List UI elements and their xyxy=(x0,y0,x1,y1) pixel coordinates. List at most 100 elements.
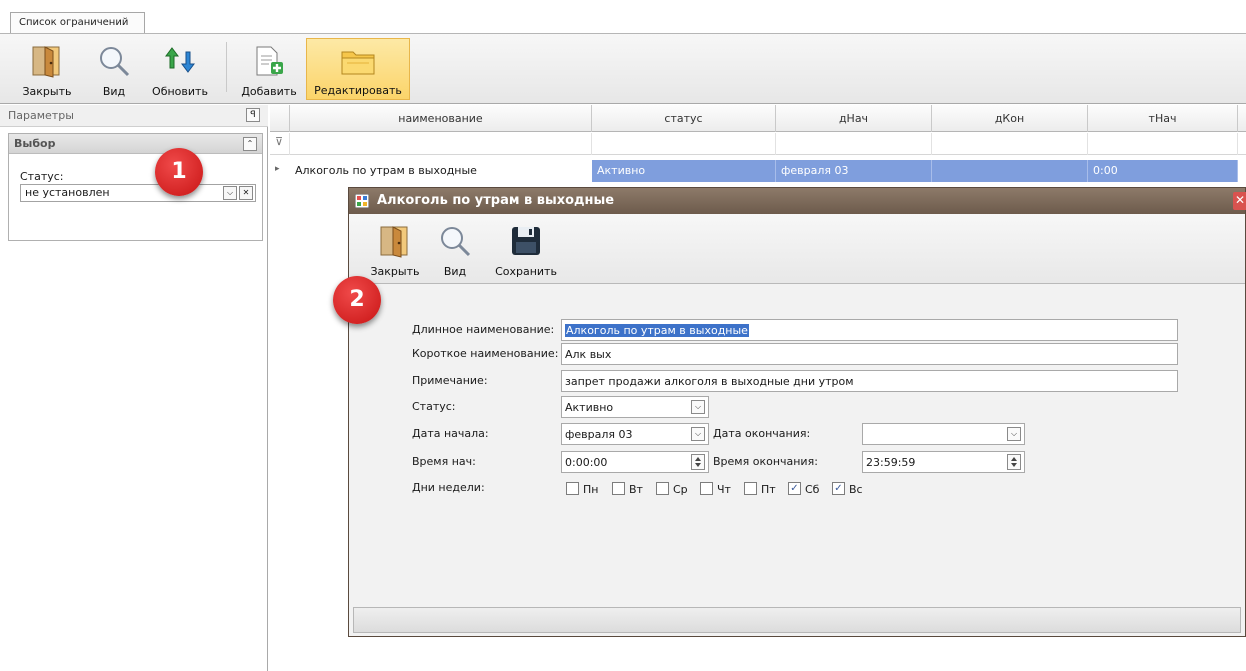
cell-name[interactable]: Алкоголь по утрам в выходные xyxy=(290,160,592,182)
checkbox-sun-label: Вс xyxy=(849,483,863,496)
selection-group: Выбор ⌃ Статус: не установлен ⌵ ✕ xyxy=(8,133,263,241)
end-time-input[interactable]: 23:59:59 xyxy=(862,451,1025,473)
status-label: Статус: xyxy=(412,400,456,413)
weekdays-checkboxes: Пн Вт Ср Чт Пт ✓ Сб ✓ Вс xyxy=(566,482,906,500)
table-row[interactable]: ▸ Алкоголь по утрам в выходные Активно ф… xyxy=(270,160,1246,182)
group-title-text: Выбор xyxy=(14,137,56,150)
status-filter-value: не установлен xyxy=(25,186,110,199)
dialog-close-label: Закрыть xyxy=(370,265,420,278)
refresh-arrows-icon xyxy=(165,47,195,73)
short-name-label: Короткое наименование: xyxy=(412,347,559,360)
filter-cell-end-date[interactable] xyxy=(932,133,1088,155)
dialog-close-icon[interactable]: ✕ xyxy=(1233,192,1246,210)
checkbox-thu[interactable] xyxy=(700,482,713,495)
end-time-label: Время окончания: xyxy=(713,455,818,468)
cell-start-date[interactable]: февраля 03 xyxy=(776,160,932,182)
spinner-icon[interactable] xyxy=(691,454,705,470)
long-name-value: Алкоголь по утрам в выходные xyxy=(565,324,749,337)
spinner-icon[interactable] xyxy=(1007,454,1021,470)
chevron-down-icon[interactable]: ⌵ xyxy=(691,427,705,441)
chevron-down-icon[interactable]: ⌵ xyxy=(1007,427,1021,441)
status-filter-label: Статус: xyxy=(20,170,64,183)
start-time-label: Время нач: xyxy=(412,455,476,468)
long-name-label: Длинное наименование: xyxy=(412,323,555,336)
column-header-name[interactable]: наименование xyxy=(290,105,592,132)
close-button[interactable]: Закрыть xyxy=(22,38,72,100)
parameters-header: Параметры xyxy=(0,105,268,127)
filter-icon[interactable]: ⊽ xyxy=(270,133,290,155)
edit-button[interactable]: Редактировать xyxy=(306,38,410,100)
dialog-status-bar xyxy=(353,607,1241,633)
dialog-title-bar[interactable]: Алкоголь по утрам в выходные xyxy=(349,188,1245,214)
magnifier-icon xyxy=(441,227,471,257)
clear-icon[interactable]: ✕ xyxy=(239,186,253,200)
checkbox-sat[interactable]: ✓ xyxy=(788,482,801,495)
cell-status[interactable]: Активно xyxy=(592,160,776,182)
add-document-icon xyxy=(256,46,283,76)
checkbox-mon[interactable] xyxy=(566,482,579,495)
selection-group-title: Выбор xyxy=(9,134,262,154)
tab-restrictions-list[interactable]: Список ограничений xyxy=(10,12,145,34)
door-icon xyxy=(380,226,408,258)
save-button-label: Сохранить xyxy=(495,265,557,278)
restriction-edit-dialog: Алкоголь по утрам в выходные ✕ Закрыть В… xyxy=(348,187,1246,637)
main-toolbar: Закрыть Вид Обновить Добавить Редактиров… xyxy=(0,34,1246,104)
start-time-input[interactable]: 0:00:00 xyxy=(561,451,709,473)
checkbox-sat-label: Сб xyxy=(805,483,820,496)
checkbox-wed[interactable] xyxy=(656,482,669,495)
close-button-label: Закрыть xyxy=(22,85,72,98)
refresh-button[interactable]: Обновить xyxy=(146,38,214,100)
row-indicator-header xyxy=(270,105,290,132)
annotation-badge-1: 1 xyxy=(155,148,203,196)
checkbox-tue[interactable] xyxy=(612,482,625,495)
checkbox-fri-label: Пт xyxy=(761,483,776,496)
short-name-input[interactable]: Алк вых xyxy=(561,343,1178,365)
filter-cell-start-date[interactable] xyxy=(776,133,932,155)
note-value: запрет продажи алкоголя в выходные дни у… xyxy=(565,375,854,388)
start-date-value: февраля 03 xyxy=(565,428,633,441)
end-time-value: 23:59:59 xyxy=(866,456,916,469)
note-input[interactable]: запрет продажи алкоголя в выходные дни у… xyxy=(561,370,1178,392)
column-header-status[interactable]: статус xyxy=(592,105,776,132)
chevron-down-icon[interactable]: ⌵ xyxy=(223,186,237,200)
start-date-input[interactable]: февраля 03 ⌵ xyxy=(561,423,709,445)
checkbox-wed-label: Ср xyxy=(673,483,688,496)
add-button[interactable]: Добавить xyxy=(234,38,304,100)
checkbox-sun[interactable]: ✓ xyxy=(832,482,845,495)
filter-row: ⊽ xyxy=(270,133,1246,155)
annotation-badge-2: 2 xyxy=(333,276,381,324)
dialog-form: Длинное наименование: Алкоголь по утрам … xyxy=(349,285,1245,603)
weekdays-label: Дни недели: xyxy=(412,481,485,494)
column-header-start-time[interactable]: тНач xyxy=(1088,105,1238,132)
cell-start-time[interactable]: 0:00 xyxy=(1088,160,1238,182)
window-icon xyxy=(355,194,369,208)
end-date-label: Дата окончания: xyxy=(713,427,811,440)
pin-icon[interactable]: ꟼ xyxy=(246,108,260,122)
column-header-start-date[interactable]: дНач xyxy=(776,105,932,132)
start-time-value: 0:00:00 xyxy=(565,456,608,469)
filter-cell-status[interactable] xyxy=(592,133,776,155)
cell-end-date[interactable] xyxy=(932,160,1088,182)
dialog-view-button[interactable]: Вид xyxy=(433,218,477,280)
end-date-input[interactable]: ⌵ xyxy=(862,423,1025,445)
filter-cell-name[interactable] xyxy=(290,133,592,155)
collapse-icon[interactable]: ⌃ xyxy=(243,137,257,151)
view-button[interactable]: Вид xyxy=(92,38,136,100)
folder-icon xyxy=(341,51,375,75)
edit-button-label: Редактировать xyxy=(314,84,402,97)
checkbox-tue-label: Вт xyxy=(629,483,643,496)
status-select[interactable]: Активно ⌵ xyxy=(561,396,709,418)
save-button[interactable]: Сохранить xyxy=(489,218,563,280)
long-name-input[interactable]: Алкоголь по утрам в выходные xyxy=(561,319,1178,341)
parameters-panel: Параметры ꟼ Выбор ⌃ Статус: не установле… xyxy=(0,105,268,671)
status-filter-input[interactable]: не установлен ⌵ ✕ xyxy=(20,184,256,202)
chevron-down-icon[interactable]: ⌵ xyxy=(691,400,705,414)
magnifier-icon xyxy=(100,47,130,77)
column-header-end-date[interactable]: дКон xyxy=(932,105,1088,132)
dialog-view-label: Вид xyxy=(443,265,467,278)
filter-cell-start-time[interactable] xyxy=(1088,133,1238,155)
dialog-close-button[interactable]: Закрыть xyxy=(367,218,423,280)
add-button-label: Добавить xyxy=(241,85,297,98)
view-button-label: Вид xyxy=(102,85,126,98)
checkbox-fri[interactable] xyxy=(744,482,757,495)
